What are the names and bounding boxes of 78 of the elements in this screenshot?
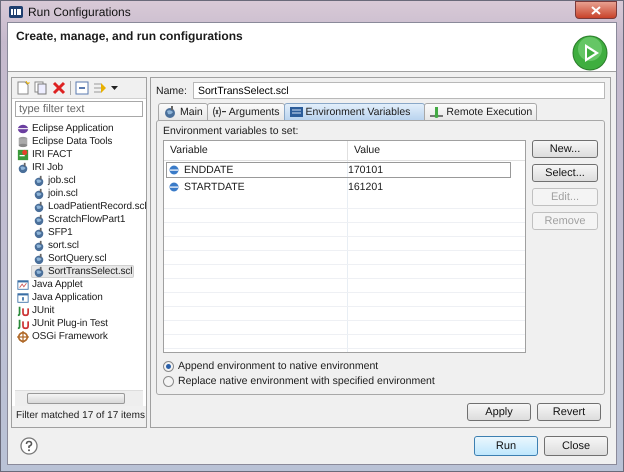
ellipse-icon	[17, 122, 29, 134]
table-cell: 170101	[348, 164, 384, 176]
globe-icon	[17, 162, 29, 174]
window-icon	[17, 292, 29, 304]
tree-item[interactable]: IRI FACT	[15, 148, 74, 161]
tree-item[interactable]: IRI Job	[15, 161, 65, 174]
tree-item[interactable]: SFP1	[31, 226, 75, 239]
tree-item[interactable]: ScratchFlowPart1	[31, 213, 128, 226]
app-logo-icon	[9, 6, 23, 18]
variable-icon	[169, 165, 179, 175]
action-button[interactable]: Apply	[467, 403, 531, 421]
tree-item[interactable]: SortTransSelect.scl	[31, 265, 134, 278]
dropdown-caret-icon	[111, 86, 118, 90]
radio-label: Append environment to native environment	[178, 360, 378, 372]
new-document-icon[interactable]	[16, 81, 30, 95]
table-cell: ENDDATE	[184, 164, 234, 176]
globe-icon	[33, 174, 45, 186]
window-title: Run Configurations	[28, 4, 131, 18]
tab[interactable]: Main	[158, 103, 208, 120]
tab[interactable]: Environment Variables	[284, 103, 426, 120]
tree-item[interactable]: OSGi Framework	[15, 330, 110, 343]
radio-button[interactable]	[163, 360, 174, 372]
name-label: Name:	[156, 84, 187, 96]
globe-icon	[33, 240, 45, 252]
table-row[interactable]: ENDDATE 170101	[166, 162, 511, 178]
filter-field[interactable]: type filter text	[15, 101, 143, 117]
name-field[interactable]: SortTransSelect.scl	[192, 82, 605, 99]
globe-icon	[33, 226, 45, 238]
delete-icon[interactable]	[52, 81, 66, 95]
filter-status: Filter matched 17 of 17 items	[12, 406, 146, 427]
header-title: Create, manage, and run configurations	[16, 29, 243, 45]
radio-label: Replace native environment with specified environment	[178, 375, 435, 387]
tree-item[interactable]: Java Application	[15, 291, 105, 304]
filter-icon[interactable]	[93, 81, 107, 95]
window-icon	[17, 278, 29, 290]
section-label: Environment variables to set:	[163, 125, 300, 137]
globe-icon	[163, 105, 177, 119]
tree-item[interactable]: SortQuery.scl	[31, 252, 109, 265]
radio-button[interactable]	[163, 376, 174, 386]
globe-icon	[33, 200, 45, 212]
parentheses-icon	[212, 105, 226, 119]
help-button[interactable]	[20, 437, 38, 455]
table-cell: STARTDATE	[184, 181, 245, 193]
tab[interactable]: Remote Execution	[424, 103, 538, 120]
globe-icon	[33, 214, 45, 226]
tree-item[interactable]: Java Applet	[15, 278, 85, 291]
tab[interactable]: Arguments	[206, 103, 285, 120]
duplicate-icon[interactable]	[34, 81, 48, 95]
action-button[interactable]: New...	[532, 140, 598, 158]
dialog-button[interactable]: Close	[544, 436, 608, 456]
dialog-button[interactable]: Run	[474, 436, 538, 456]
database-icon	[17, 136, 29, 148]
ju-icon	[17, 304, 29, 316]
globe-icon	[33, 188, 45, 200]
table-row[interactable]: STARTDATE 161201	[166, 179, 511, 195]
tree-item[interactable]: join.scl	[31, 187, 80, 200]
collapse-icon[interactable]	[75, 81, 89, 95]
column-header[interactable]: Variable	[164, 141, 348, 160]
tree-item[interactable]: Eclipse Application	[15, 122, 116, 135]
table-icon	[288, 105, 303, 119]
close-button[interactable]	[575, 1, 617, 19]
tree-item[interactable]: JUnit	[15, 304, 56, 317]
globe-icon	[33, 266, 45, 278]
network-icon	[429, 105, 444, 119]
horizontal-scrollbar[interactable]	[15, 390, 143, 406]
close-icon	[591, 6, 601, 14]
ju-icon	[17, 318, 29, 330]
globe-icon	[33, 252, 45, 264]
tree-item[interactable]: sort.scl	[31, 239, 81, 252]
tree-item[interactable]: Eclipse Data Tools	[15, 135, 114, 148]
column-header[interactable]: Value	[348, 141, 386, 160]
action-button[interactable]: Revert	[537, 403, 601, 421]
tree-item[interactable]: JUnit Plug-in Test	[15, 317, 110, 330]
tree-item[interactable]: job.scl	[31, 174, 78, 187]
tree-item[interactable]: LoadPatientRecord.scl	[31, 200, 146, 213]
table-cell: 161201	[348, 181, 384, 193]
action-button[interactable]: Select...	[532, 164, 598, 182]
variable-icon	[169, 182, 179, 192]
